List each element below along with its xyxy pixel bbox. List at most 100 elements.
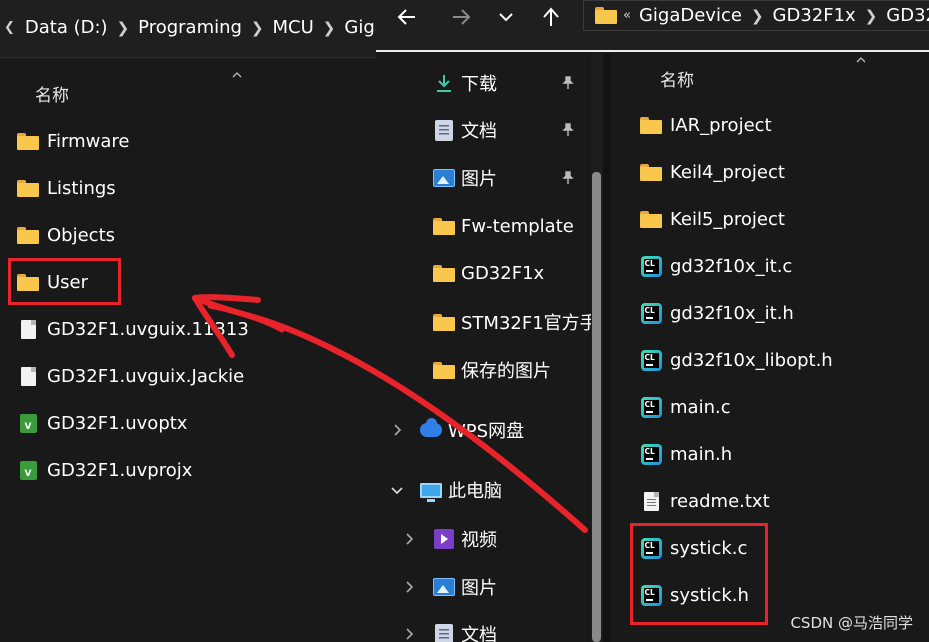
nav-item-fw-template[interactable]: Fw-template (433, 211, 574, 241)
right-address-bar[interactable]: « GigaDevice ❯ GD32F1x ❯ GD32 (583, 0, 929, 31)
list-item[interactable]: readme.txt (640, 486, 770, 516)
list-item-label: main.h (670, 443, 733, 465)
file-icon (17, 319, 39, 339)
download-icon (433, 72, 455, 94)
breadcrumb-item[interactable]: GD32 (886, 5, 929, 26)
folder-icon (433, 359, 455, 381)
list-item-label: Keil5_project (670, 208, 785, 230)
nav-item-pictures[interactable]: 图片 (433, 163, 497, 193)
nav-item-this-pc[interactable]: 此电脑 (420, 475, 502, 505)
list-item-label: GD32F1.uvguix.11313 (47, 318, 249, 340)
nav-item-documents[interactable]: 文档 (433, 115, 497, 145)
clion-file-icon: CL (640, 349, 662, 371)
list-item[interactable]: Keil5_project (640, 204, 785, 234)
list-item[interactable]: CL main.c (640, 392, 731, 422)
breadcrumb-separator-icon: ❯ (116, 18, 130, 37)
forward-button[interactable] (447, 4, 475, 30)
column-header-name[interactable]: 名称 (660, 66, 694, 91)
list-item-label: Objects (47, 224, 116, 246)
nav-item-label: Fw-template (461, 215, 574, 237)
list-item[interactable]: Objects (17, 220, 115, 250)
folder-icon (433, 311, 455, 333)
nav-item-gd32f1x[interactable]: GD32F1x (433, 258, 544, 288)
breadcrumb-item[interactable]: MCU (273, 17, 314, 38)
nav-item-documents-pc[interactable]: 文档 (433, 619, 497, 642)
expand-chevron-icon[interactable] (402, 532, 416, 546)
folder-icon (433, 215, 455, 237)
list-item[interactable]: CL gd32f10x_libopt.h (640, 345, 833, 375)
list-item[interactable]: CL main.h (640, 439, 732, 469)
list-item[interactable]: V GD32F1.uvprojx (17, 455, 192, 485)
expand-chevron-icon[interactable] (390, 423, 404, 437)
left-address-bar[interactable]: ❮ Data (D:) ❯ Programing ❯ MCU ❯ Giga (0, 0, 386, 58)
computer-icon (420, 479, 442, 502)
expand-chevron-icon[interactable] (402, 580, 416, 594)
pin-icon[interactable] (560, 75, 576, 91)
list-item-label: GD32F1.uvoptx (47, 412, 188, 434)
list-item-label: gd32f10x_it.h (670, 302, 794, 324)
folder-icon (640, 162, 662, 182)
file-icon (17, 366, 39, 386)
sort-ascending-icon[interactable] (856, 57, 866, 63)
list-item[interactable]: GD32F1.uvguix.11313 (17, 314, 249, 344)
left-explorer-window: ❮ Data (D:) ❯ Programing ❯ MCU ❯ Giga 名称… (0, 0, 386, 642)
recent-locations-button[interactable] (492, 4, 520, 30)
nav-item-pictures-pc[interactable]: 图片 (433, 572, 497, 602)
list-item[interactable]: CL gd32f10x_it.c (640, 251, 792, 281)
breadcrumb-item[interactable]: GD32F1x (773, 5, 856, 26)
back-button[interactable] (393, 4, 421, 30)
column-header-name[interactable]: 名称 (35, 81, 69, 106)
navigation-scrollbar-thumb[interactable] (592, 172, 601, 642)
list-item-label: gd32f10x_libopt.h (670, 349, 833, 371)
collapse-chevron-icon[interactable] (390, 483, 404, 497)
folder-icon (640, 115, 662, 135)
uvision-icon: V (17, 460, 39, 480)
list-item[interactable]: CL gd32f10x_it.h (640, 298, 794, 328)
up-button[interactable] (537, 4, 565, 30)
folder-icon (433, 262, 455, 284)
list-item-label: Firmware (47, 130, 130, 152)
nav-item-stm32f1[interactable]: STM32F1官方手 (433, 307, 591, 337)
list-item[interactable]: Firmware (17, 126, 130, 156)
list-item[interactable]: GD32F1.uvguix.Jackie (17, 361, 244, 391)
folder-icon (640, 209, 662, 229)
list-item[interactable]: V GD32F1.uvoptx (17, 408, 187, 438)
folder-icon (17, 131, 39, 151)
nav-item-label: STM32F1官方手 (461, 313, 591, 334)
list-item-label: GD32F1.uvguix.Jackie (47, 365, 245, 387)
nav-item-downloads[interactable]: 下载 (433, 68, 497, 98)
right-toolbar: « GigaDevice ❯ GD32F1x ❯ GD32 (376, 0, 929, 52)
breadcrumb-separator-icon: ❯ (250, 18, 264, 37)
nav-item-label: 文档 (461, 625, 497, 642)
pin-icon[interactable] (560, 122, 576, 138)
list-item[interactable]: IAR_project (640, 110, 772, 140)
folder-icon (595, 6, 617, 25)
list-item[interactable]: Keil4_project (640, 157, 785, 187)
nav-item-wps-cloud[interactable]: WPS网盘 (420, 415, 524, 445)
breadcrumb-overflow-icon[interactable]: ❮ (4, 20, 15, 35)
highlight-box-systick-files (630, 523, 768, 625)
nav-item-videos[interactable]: 视频 (433, 524, 497, 554)
nav-item-saved-pictures[interactable]: 保存的图片 (433, 355, 551, 385)
uvision-icon: V (17, 413, 39, 433)
pictures-icon (433, 576, 455, 598)
navigation-pane: 下载 文档 图片 Fw-template GD32F1x STM32F1官方手 … (376, 54, 603, 642)
list-item-label: main.c (670, 396, 731, 418)
expand-chevron-icon[interactable] (402, 627, 416, 641)
pin-icon[interactable] (560, 170, 576, 186)
breadcrumb-item[interactable]: Data (D:) (25, 17, 108, 38)
list-item[interactable]: Listings (17, 173, 116, 203)
nav-item-label: 视频 (461, 530, 497, 551)
breadcrumb-item[interactable]: GigaDevice (639, 5, 742, 26)
arrow-right-icon (453, 9, 471, 25)
nav-item-label: 文档 (461, 121, 497, 142)
left-breadcrumb: ❮ Data (D:) ❯ Programing ❯ MCU ❯ Giga (0, 17, 386, 38)
pane-divider[interactable] (603, 54, 611, 642)
breadcrumb-item[interactable]: Programing (138, 17, 242, 38)
pictures-icon (433, 167, 455, 189)
arrow-left-icon (397, 9, 415, 25)
sort-ascending-icon[interactable] (232, 72, 242, 78)
list-item-label: IAR_project (670, 114, 772, 136)
folder-icon (17, 225, 39, 245)
breadcrumb-overflow-icon[interactable]: « (623, 8, 631, 23)
